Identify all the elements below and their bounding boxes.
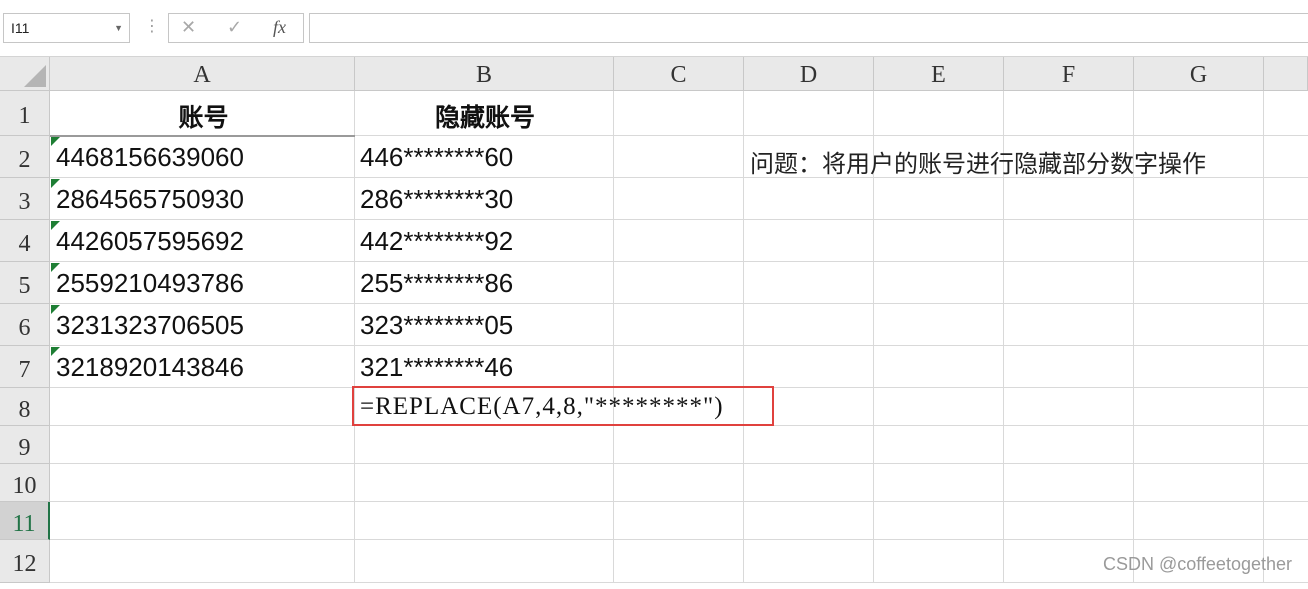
name-box[interactable]: I11 ▼	[3, 13, 130, 43]
gridline-vertical	[613, 91, 614, 583]
column-header-d[interactable]: D	[744, 57, 874, 91]
watermark: CSDN @coffeetogether	[1102, 554, 1292, 574]
gridline-horizontal	[50, 539, 1308, 540]
error-indicator-icon	[51, 179, 60, 188]
row-header-6[interactable]: 6	[0, 304, 50, 346]
row-header-4[interactable]: 4	[0, 220, 50, 262]
cell-a6[interactable]: 3231323706505	[56, 310, 244, 341]
row-header-8[interactable]: 8	[0, 388, 50, 426]
cell-b7[interactable]: 321********46	[360, 352, 513, 383]
formula-highlight-box: =REPLACE(A7,4,8,"********")	[352, 386, 774, 426]
column-header-e[interactable]: E	[874, 57, 1004, 91]
gridline-horizontal	[50, 219, 1308, 220]
cell-b6[interactable]: 323********05	[360, 310, 513, 341]
cell-b4[interactable]: 442********92	[360, 226, 513, 257]
cell-a7[interactable]: 3218920143846	[56, 352, 244, 383]
cell-a5[interactable]: 2559210493786	[56, 268, 244, 299]
row-header-5[interactable]: 5	[0, 262, 50, 304]
column-header-partial[interactable]	[1264, 57, 1308, 91]
gridline-horizontal	[50, 463, 1308, 464]
error-indicator-icon	[51, 137, 60, 146]
row-header-9[interactable]: 9	[0, 426, 50, 464]
row-header-1[interactable]: 1	[0, 91, 50, 136]
cancel-icon[interactable]: ✕	[181, 17, 196, 38]
cell-b2[interactable]: 446********60	[360, 142, 513, 173]
error-indicator-icon	[51, 263, 60, 272]
cell-d2-note[interactable]: 问题：将用户的账号进行隐藏部分数字操作	[750, 144, 1206, 179]
cell-a1[interactable]: 账号	[52, 98, 355, 134]
cell-b8-formula[interactable]: =REPLACE(A7,4,8,"********")	[360, 393, 724, 421]
gridline-horizontal	[50, 345, 1308, 346]
gridline-horizontal	[50, 261, 1308, 262]
gridline-vertical	[354, 91, 355, 583]
column-header-f[interactable]: F	[1004, 57, 1134, 91]
error-indicator-icon	[51, 305, 60, 314]
more-options-icon[interactable]: ⋮	[144, 16, 160, 36]
fx-icon[interactable]: fx	[273, 17, 286, 38]
cell-a3[interactable]: 2864565750930	[56, 184, 244, 215]
row-header-3[interactable]: 3	[0, 178, 50, 220]
cell-a4[interactable]: 4426057595692	[56, 226, 244, 257]
chevron-down-icon[interactable]: ▼	[114, 14, 123, 42]
gridline-horizontal	[50, 303, 1308, 304]
formula-bar: I11 ▼ ⋮ ✕ ✓ fx	[0, 0, 1308, 57]
row-header-11[interactable]: 11	[0, 502, 50, 540]
row-header-7[interactable]: 7	[0, 346, 50, 388]
row-header-10[interactable]: 10	[0, 464, 50, 502]
name-box-value: I11	[11, 20, 30, 36]
select-all-button[interactable]	[0, 57, 50, 91]
row-header-2[interactable]: 2	[0, 136, 50, 178]
column-header-a[interactable]: A	[50, 57, 355, 91]
enter-icon[interactable]: ✓	[227, 17, 242, 38]
error-indicator-icon	[51, 221, 60, 230]
column-header-b[interactable]: B	[355, 57, 614, 91]
column-header-g[interactable]: G	[1134, 57, 1264, 91]
formula-input[interactable]	[309, 13, 1308, 43]
row-header-12[interactable]: 12	[0, 540, 50, 583]
gridline-vertical	[743, 91, 744, 583]
cell-a2[interactable]: 4468156639060	[56, 142, 244, 173]
header-underline	[50, 135, 355, 137]
column-header-c[interactable]: C	[614, 57, 744, 91]
cell-b5[interactable]: 255********86	[360, 268, 513, 299]
gridline-vertical	[1263, 91, 1264, 583]
gridline-horizontal	[50, 501, 1308, 502]
cell-b3[interactable]: 286********30	[360, 184, 513, 215]
formula-buttons: ✕ ✓ fx	[168, 13, 304, 43]
error-indicator-icon	[51, 347, 60, 356]
cell-b1[interactable]: 隐藏账号	[356, 98, 614, 134]
